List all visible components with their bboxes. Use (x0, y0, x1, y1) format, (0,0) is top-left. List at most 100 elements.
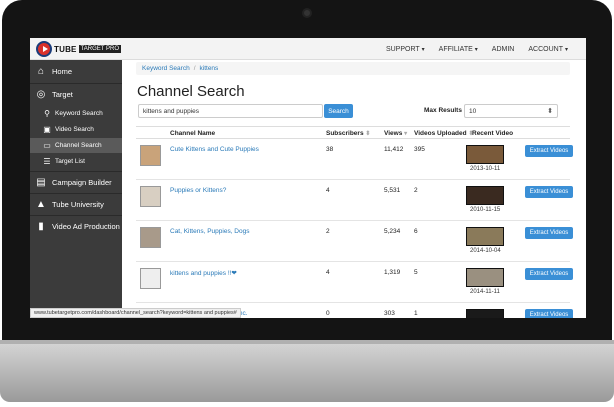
channel-avatar (140, 145, 161, 166)
page-title: Channel Search (137, 83, 245, 100)
header-recent-video: Recent Video (472, 130, 514, 137)
table-header: Channel Name Subscribers ⬍ Views ▾ Video… (136, 126, 570, 139)
target-icon: ◎ (36, 88, 46, 100)
video-search-icon: ▣ (43, 125, 51, 134)
recent-video-date: 2013-10-11 (470, 166, 501, 172)
sidebar-item-video-search[interactable]: ▣ Video Search (30, 122, 122, 137)
sidebar-item-label: Video Ad Production (52, 221, 120, 231)
table-row: kittens and puppies !!❤ 4 1,319 5 2014-1… (136, 263, 573, 303)
header-views-label: Views (384, 130, 403, 137)
chevron-down-icon: ▾ (474, 46, 478, 53)
channel-name-link[interactable]: Cute Kittens and Cute Puppies (170, 146, 259, 153)
views-cell: 5,531 (384, 187, 401, 194)
uploaded-cell: 2 (414, 187, 418, 194)
tv-icon: ▭ (43, 141, 51, 150)
sidebar-item-label: Keyword Search (55, 110, 103, 117)
search-button[interactable]: Search (324, 104, 353, 118)
sidebar-item-target-list[interactable]: ☰ Target List (30, 154, 122, 169)
views-cell: 5,234 (384, 228, 401, 235)
list-icon: ☰ (43, 157, 51, 166)
video-icon: ▮ (38, 220, 44, 232)
sidebar-item-keyword-search[interactable]: ⚲ Keyword Search (30, 106, 122, 121)
nav-account[interactable]: ACCOUNT ▾ (528, 46, 568, 53)
subscribers-cell: 4 (326, 269, 330, 276)
search-icon: ⚲ (44, 109, 50, 118)
sidebar-item-video-ad-production[interactable]: ▮ Video Ad Production (30, 216, 122, 236)
channel-name-link[interactable]: Cat, Kittens, Puppies, Dogs (170, 228, 250, 235)
header-subscribers-label: Subscribers (326, 130, 364, 137)
header-views[interactable]: Views ▾ (384, 130, 407, 137)
sidebar-item-channel-search[interactable]: ▭ Channel Search (30, 138, 122, 153)
recent-video-thumbnail[interactable] (466, 227, 504, 246)
uploaded-cell: 395 (414, 146, 425, 153)
recent-video-thumbnail[interactable] (466, 268, 504, 287)
extract-videos-button[interactable]: Extract Videos (525, 227, 573, 239)
subscribers-cell: 0 (326, 310, 330, 317)
logo-text: TUBE (54, 44, 77, 54)
sidebar-item-target[interactable]: ◎ Target (30, 84, 122, 104)
recent-video-thumbnail[interactable] (466, 145, 504, 164)
uploaded-cell: 5 (414, 269, 418, 276)
app-screen: TUBE TARGET PRO SUPPORT ▾ AFFILIATE ▾ ADMI… (30, 38, 586, 318)
header-videos-uploaded-label: Videos Uploaded (414, 130, 467, 137)
select-caret-icon: ⬍ (547, 108, 553, 115)
breadcrumb-keyword-search[interactable]: Keyword Search (142, 65, 190, 72)
recent-video-date: 2014-11-11 (470, 289, 500, 295)
extract-videos-button[interactable]: Extract Videos (525, 309, 573, 318)
nav-support[interactable]: SUPPORT ▾ (386, 46, 425, 53)
recent-video-date: 2010-11-15 (470, 207, 501, 213)
header-subscribers[interactable]: Subscribers ⬍ (326, 130, 370, 137)
nav-admin-label: ADMIN (491, 45, 515, 53)
views-cell: 11,412 (384, 146, 404, 153)
search-input[interactable]: kittens and puppies (138, 104, 323, 118)
sidebar-item-label: Target List (55, 158, 85, 165)
sort-desc-icon: ▾ (404, 131, 408, 137)
extract-videos-button[interactable]: Extract Videos (525, 145, 573, 157)
subscribers-cell: 4 (326, 187, 330, 194)
sidebar-item-label: Tube University (52, 199, 104, 209)
home-icon: ⌂ (37, 65, 45, 77)
main-content: Keyword Search / kittens Channel Search ki… (122, 60, 586, 318)
header-videos-uploaded[interactable]: Videos Uploaded ⬍ (414, 130, 473, 137)
max-results-select[interactable]: 10 ⬍ (464, 104, 558, 118)
logo-play-icon (36, 41, 52, 57)
breadcrumb-separator: / (193, 65, 196, 72)
sidebar-item-home[interactable]: ⌂ Home (30, 62, 122, 80)
recent-video-date: 2014-10-04 (470, 248, 501, 254)
browser-status-url: www.tubetargetpro.com/dashboard/channel_… (30, 308, 241, 318)
channel-name-link[interactable]: Puppies or Kittens? (170, 187, 226, 194)
top-nav-menu: SUPPORT ▾ AFFILIATE ▾ ADMIN ACCOUNT ▾ (372, 38, 568, 60)
channel-avatar (140, 268, 161, 289)
breadcrumb-kittens[interactable]: kittens (200, 65, 219, 72)
channel-avatar (140, 186, 161, 207)
extract-videos-button[interactable]: Extract Videos (525, 186, 573, 198)
channel-name-link[interactable]: kittens and puppies !!❤ (170, 269, 237, 277)
table-row: Cat, Kittens, Puppies, Dogs 2 5,234 6 20… (136, 222, 573, 262)
device-chin (0, 340, 614, 402)
extract-videos-button[interactable]: Extract Videos (525, 268, 573, 280)
header-channel-name[interactable]: Channel Name (170, 130, 215, 137)
university-icon: ▲ (36, 198, 46, 210)
sidebar-item-label: Video Search (55, 126, 94, 133)
sidebar-item-tube-university[interactable]: ▲ Tube University (30, 194, 122, 214)
nav-affiliate[interactable]: AFFILIATE ▾ (439, 46, 478, 53)
sidebar-item-campaign-builder[interactable]: ▤ Campaign Builder (30, 172, 122, 192)
breadcrumb: Keyword Search / kittens (136, 62, 570, 75)
max-results-label: Max Results (424, 107, 462, 114)
nav-support-label: SUPPORT (385, 45, 420, 53)
top-navbar: TUBE TARGET PRO SUPPORT ▾ AFFILIATE ▾ ADMI… (30, 38, 586, 60)
recent-video-thumbnail[interactable] (466, 309, 504, 318)
chin-edge (0, 340, 614, 344)
logo-pro-badge: TARGET PRO (78, 45, 122, 53)
brand-logo[interactable]: TUBE TARGET PRO (36, 40, 122, 58)
table-row: Puppies or Kittens? 4 5,531 2 2010-11-15… (136, 181, 573, 221)
camera-icon (302, 8, 312, 18)
channel-avatar (140, 227, 161, 248)
uploaded-cell: 1 (414, 310, 418, 317)
sidebar-item-label: Channel Search (55, 142, 102, 149)
chevron-down-icon: ▾ (564, 46, 568, 53)
nav-admin[interactable]: ADMIN (492, 46, 515, 53)
device-frame: TUBE TARGET PRO SUPPORT ▾ AFFILIATE ▾ ADMI… (0, 0, 614, 407)
nav-affiliate-label: AFFILIATE (438, 45, 473, 53)
recent-video-thumbnail[interactable] (466, 186, 504, 205)
